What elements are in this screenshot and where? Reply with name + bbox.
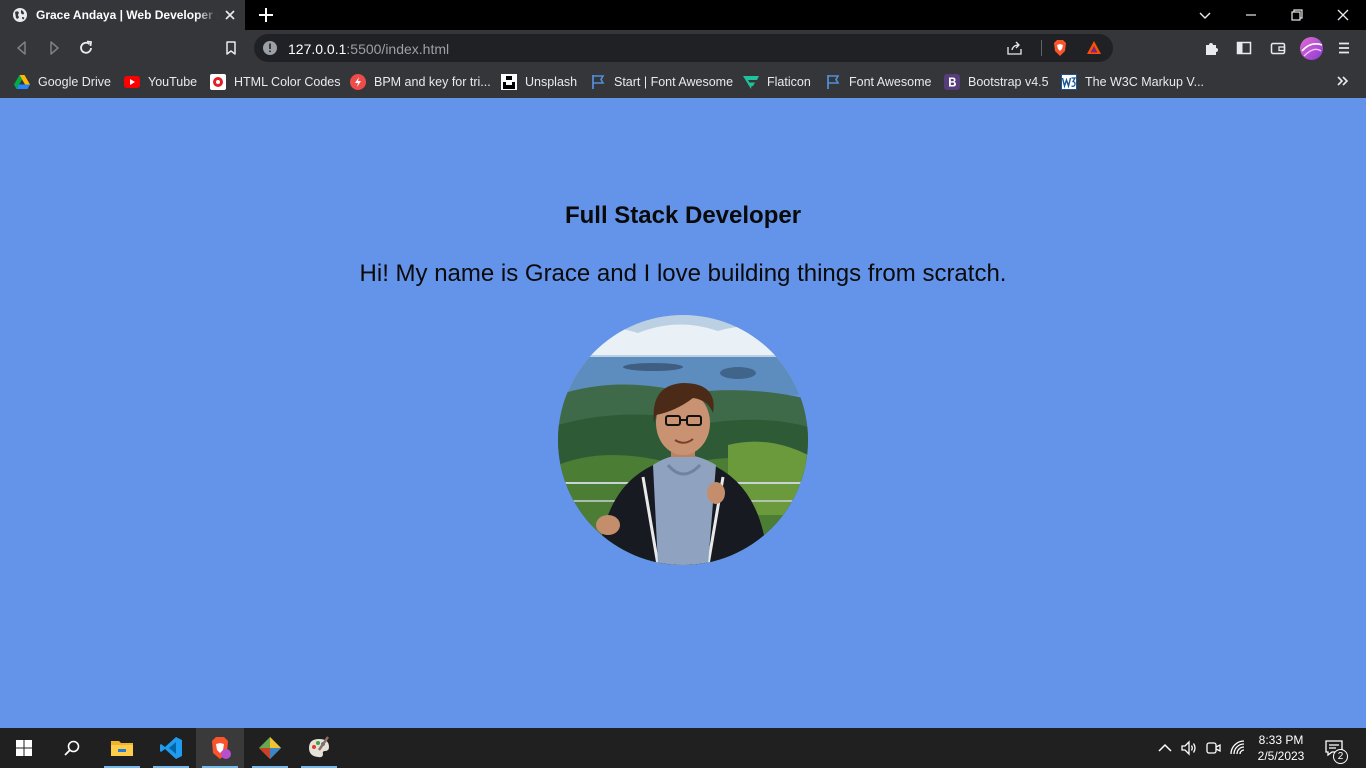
bookmark-icon[interactable] (222, 39, 240, 57)
bookmark-bpm-key[interactable]: BPM and key for tri... (350, 72, 491, 92)
profile-avatar-icon (1301, 43, 1323, 57)
url-path: :5500/index.html (346, 41, 450, 57)
url-host: 127.0.0.1 (288, 41, 347, 57)
browser-tab[interactable]: Grace Andaya | Web Developer Portfolio (0, 0, 245, 30)
bookmark-w3c-markup-validator[interactable]: The W3C Markup V... (1061, 72, 1204, 92)
bookmarks-bar: Google Drive YouTube HTML Color Codes BP… (0, 66, 1366, 98)
bookmark-bootstrap[interactable]: Bootstrap v4.5 (944, 72, 1049, 92)
address-bar[interactable]: 127.0.0.1:5500/index.html (254, 34, 1113, 62)
site-info-icon[interactable] (262, 40, 278, 56)
bookmark-html-color-codes[interactable]: HTML Color Codes (210, 72, 341, 92)
taskbar-search-button[interactable] (48, 728, 96, 768)
browser-toolbar: 127.0.0.1:5500/index.html (0, 30, 1366, 66)
taskbar: 8:33 PM 2/5/2023 (0, 728, 1366, 768)
bookmark-youtube[interactable]: YouTube (124, 72, 197, 92)
bookmark-flaticon[interactable]: Flaticon (743, 72, 811, 92)
bookmark-unsplash[interactable]: Unsplash (501, 72, 577, 92)
bookmark-start-font-awesome[interactable]: Start | Font Awesome (590, 72, 733, 92)
close-window-icon[interactable] (1334, 6, 1352, 24)
bookmark-label: The W3C Markup V... (1085, 75, 1205, 89)
brave-icon (212, 737, 231, 759)
brave-shields-icon[interactable] (1052, 39, 1068, 57)
youtube-icon (124, 74, 140, 90)
forward-icon[interactable] (45, 39, 63, 57)
taskbar-file-explorer[interactable] (98, 728, 146, 768)
intro-text: Hi! My name is Grace and I love building… (359, 260, 1007, 287)
meet-now-icon[interactable] (1204, 739, 1222, 757)
flag-icon (590, 74, 606, 90)
system-clock[interactable]: 8:33 PM 2/5/2023 (1250, 732, 1312, 764)
bootstrap-icon (944, 74, 960, 90)
share-icon[interactable] (1006, 40, 1024, 56)
google-drive-icon (14, 74, 30, 90)
restore-icon[interactable] (1288, 6, 1306, 24)
file-explorer-icon (111, 741, 133, 756)
taskbar-paint[interactable] (295, 728, 343, 768)
bookmark-label: YouTube (148, 75, 198, 89)
minimize-icon[interactable] (1242, 6, 1260, 24)
start-button[interactable] (0, 728, 48, 768)
bookmark-label: Font Awesome (849, 75, 932, 89)
profile-photo (558, 315, 808, 565)
search-icon (64, 740, 80, 756)
html-color-codes-icon (210, 74, 226, 90)
unsplash-icon (501, 74, 517, 90)
tab-search-chevron-icon[interactable] (1196, 6, 1214, 24)
reload-icon[interactable] (77, 39, 95, 57)
url-text[interactable]: 127.0.0.1:5500/index.html (288, 41, 449, 57)
menu-icon[interactable] (1335, 39, 1353, 57)
globe-icon (13, 8, 27, 22)
tab-strip: Grace Andaya | Web Developer Portfolio (0, 0, 1366, 30)
extensions-icon[interactable] (1203, 39, 1221, 57)
bookmark-google-drive[interactable]: Google Drive (14, 72, 111, 92)
bpm-icon (350, 74, 366, 90)
sidebar-icon[interactable] (1235, 39, 1253, 57)
close-tab-icon[interactable] (223, 8, 237, 22)
flag-icon (825, 74, 841, 90)
taskbar-brave[interactable] (196, 728, 244, 768)
profile-avatar[interactable] (1300, 37, 1323, 60)
bookmark-label: Google Drive (38, 75, 111, 89)
bookmark-label: Flaticon (767, 75, 811, 89)
omnibox-divider (1041, 40, 1042, 56)
w3c-icon (1061, 74, 1077, 90)
clock-date: 2/5/2023 (1257, 749, 1305, 763)
tab-title: Grace Andaya | Web Developer Portfolio (36, 8, 218, 22)
notification-count-badge: 2 (1333, 749, 1348, 764)
taskbar-git-app[interactable] (246, 728, 294, 768)
vscode-icon (160, 737, 182, 759)
bookmark-label: HTML Color Codes (234, 75, 341, 89)
flaticon-icon (743, 74, 759, 90)
job-title-heading: Full Stack Developer (564, 202, 802, 229)
paint-icon (309, 736, 330, 758)
volume-icon[interactable] (1180, 739, 1198, 757)
new-tab-icon[interactable] (257, 6, 275, 24)
bookmarks-overflow-icon[interactable] (1334, 72, 1352, 90)
bookmark-font-awesome[interactable]: Font Awesome (825, 72, 931, 92)
wifi-icon[interactable] (1229, 739, 1247, 757)
bookmark-label: Start | Font Awesome (614, 75, 734, 89)
wallet-icon[interactable] (1269, 39, 1287, 57)
taskbar-vscode[interactable] (147, 728, 195, 768)
show-hidden-icons-icon[interactable] (1156, 739, 1174, 757)
clock-time: 8:33 PM (1258, 733, 1304, 747)
bookmark-label: Bootstrap v4.5 (968, 75, 1049, 89)
git-app-icon (259, 737, 281, 759)
bookmark-label: Unsplash (525, 75, 578, 89)
brave-rewards-icon[interactable] (1086, 40, 1102, 56)
windows-start-icon (16, 740, 32, 756)
bookmark-label: BPM and key for tri... (374, 75, 491, 89)
back-icon[interactable] (13, 39, 31, 57)
page-body: Full Stack Developer Hi! My name is Grac… (0, 98, 1366, 728)
